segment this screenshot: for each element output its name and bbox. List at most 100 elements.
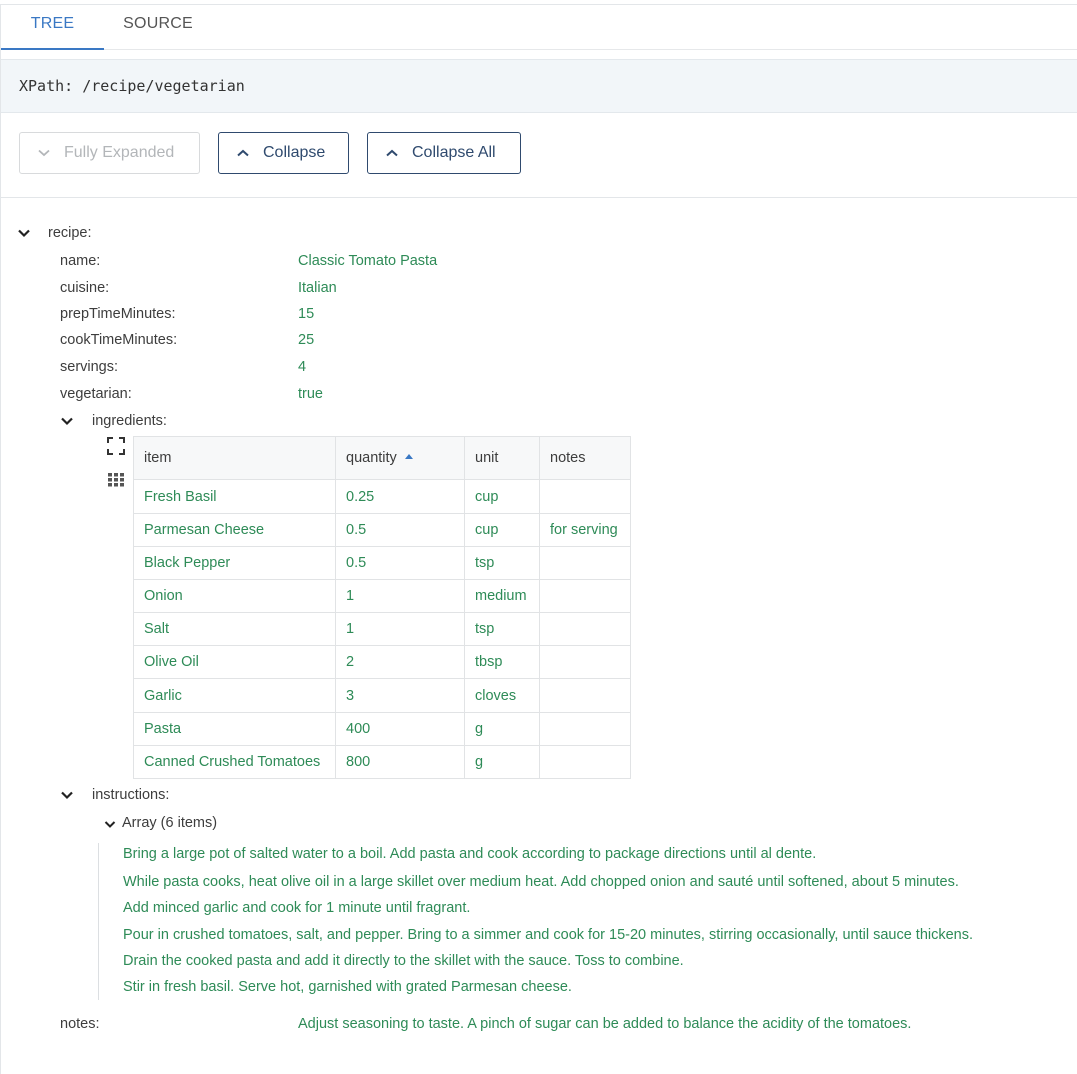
node-label-instructions: instructions: [92,787,170,803]
instruction-item: Add minced garlic and cook for 1 minute … [123,900,471,916]
cell-item: Olive Oil [133,645,336,679]
field-value-notes: Adjust seasoning to taste. A pinch of su… [298,1016,912,1032]
field-key-cuisine: cuisine: [60,280,110,296]
chevron-down-icon[interactable] [60,788,74,802]
cell-notes [539,579,631,613]
toolbar-divider [1,197,1077,198]
field-value-prep-time: 15 [298,306,315,322]
view-tabs: TREE SOURCE [1,5,1077,50]
chevron-down-icon[interactable] [104,817,116,829]
table-row[interactable]: Pasta 400 g [133,712,631,746]
instruction-item: Drain the cooked pasta and add it direct… [123,953,684,969]
cell-quantity: 0.5 [335,546,465,580]
cell-quantity: 0.25 [335,479,465,514]
table-row[interactable]: Parmesan Cheese 0.5 cup for serving [133,513,631,547]
table-row[interactable]: Garlic 3 cloves [133,678,631,713]
table-row[interactable]: Salt 1 tsp [133,612,631,646]
fully-expanded-button[interactable]: Fully Expanded [19,132,200,174]
chevron-down-icon [38,133,50,173]
cell-notes [539,612,631,646]
cell-notes [539,546,631,580]
grid-view-icon[interactable] [108,473,124,492]
cell-notes: for serving [539,513,631,547]
field-key-cook-time: cookTimeMinutes: [60,332,178,348]
field-key-servings: servings: [60,359,119,375]
column-header-label: quantity [346,450,397,466]
fully-expanded-label: Fully Expanded [64,144,175,161]
cell-quantity: 400 [335,712,465,746]
field-key-prep-time: prepTimeMinutes: [60,306,176,322]
field-value-vegetarian: true [298,386,323,402]
cell-notes [539,645,631,679]
chevron-down-icon[interactable] [17,226,31,240]
tab-source[interactable]: SOURCE [104,5,212,48]
table-row[interactable]: Fresh Basil 0.25 cup [133,479,631,514]
collapse-all-label: Collapse All [412,144,496,161]
array-guide-line [98,843,99,1000]
collapse-button[interactable]: Collapse [218,132,349,174]
column-header-item[interactable]: item [133,436,336,480]
field-key-vegetarian: vegetarian: [60,386,132,402]
table-row[interactable]: Olive Oil 2 tbsp [133,645,631,679]
field-value-cook-time: 25 [298,332,315,348]
cell-notes [539,712,631,746]
cell-item: Onion [133,579,336,613]
cell-unit: medium [464,579,540,613]
field-value-servings: 4 [298,359,307,375]
xpath-bar: XPath: /recipe/vegetarian [1,59,1077,113]
cell-unit: cloves [464,678,540,713]
cell-item: Parmesan Cheese [133,513,336,547]
cell-unit: tbsp [464,645,540,679]
chevron-up-icon [386,133,398,173]
cell-unit: g [464,745,540,779]
column-header-unit[interactable]: unit [464,436,540,480]
field-value-name: Classic Tomato Pasta [298,253,438,269]
table-header-row: item quantity unit notes [133,436,631,480]
cell-quantity: 800 [335,745,465,779]
column-header-notes[interactable]: notes [539,436,631,480]
instruction-item: While pasta cooks, heat olive oil in a l… [123,874,959,890]
fullscreen-icon[interactable] [107,437,125,460]
field-key-name: name: [60,253,101,269]
table-row[interactable]: Onion 1 medium [133,579,631,613]
chevron-down-icon[interactable] [60,414,74,428]
cell-item: Pasta [133,712,336,746]
ingredients-table: item quantity unit notes Fresh Basil 0.2… [133,436,631,779]
cell-unit: cup [464,479,540,514]
field-key-notes: notes: [60,1016,100,1032]
cell-unit: g [464,712,540,746]
sort-ascending-icon [404,454,413,459]
table-row[interactable]: Canned Crushed Tomatoes 800 g [133,745,631,779]
cell-quantity: 1 [335,612,465,646]
cell-unit: cup [464,513,540,547]
field-value-cuisine: Italian [298,280,337,296]
cell-quantity: 0.5 [335,513,465,547]
cell-quantity: 2 [335,645,465,679]
cell-item: Garlic [133,678,336,713]
instruction-item: Bring a large pot of salted water to a b… [123,846,817,862]
tab-tree[interactable]: TREE [1,5,104,50]
collapse-all-button[interactable]: Collapse All [367,132,521,174]
cell-notes [539,745,631,779]
cell-item: Salt [133,612,336,646]
array-summary-label[interactable]: Array (6 items) [122,815,217,831]
column-header-label: unit [475,450,499,466]
instruction-item: Stir in fresh basil. Serve hot, garnishe… [123,979,572,995]
instruction-item: Pour in crushed tomatoes, salt, and pepp… [123,927,974,943]
chevron-up-icon [237,133,249,173]
cell-unit: tsp [464,612,540,646]
node-label-recipe: recipe: [48,225,92,241]
node-label-ingredients: ingredients: [92,413,167,429]
cell-notes [539,678,631,713]
column-header-label: item [144,450,172,466]
cell-item: Black Pepper [133,546,336,580]
cell-item: Canned Crushed Tomatoes [133,745,336,779]
table-row[interactable]: Black Pepper 0.5 tsp [133,546,631,580]
cell-item: Fresh Basil [133,479,336,514]
column-header-quantity[interactable]: quantity [335,436,465,480]
cell-notes [539,479,631,514]
column-header-label: notes [550,450,586,466]
cell-unit: tsp [464,546,540,580]
cell-quantity: 3 [335,678,465,713]
cell-quantity: 1 [335,579,465,613]
